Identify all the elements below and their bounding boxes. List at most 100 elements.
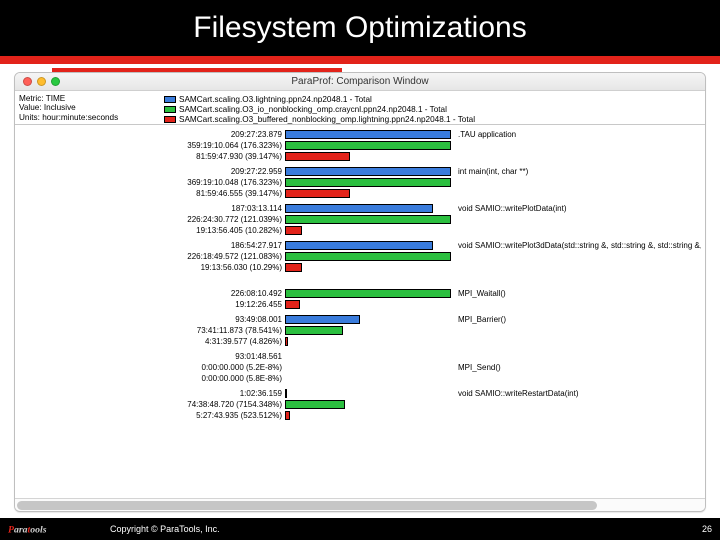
function-name: MPI_Waitall() xyxy=(452,289,701,298)
function-name: .TAU application xyxy=(452,130,701,139)
function-row[interactable]: 186:54:27.917 void SAMIO::writePlot3dData… xyxy=(19,240,701,273)
bar xyxy=(285,326,343,335)
bar-track xyxy=(285,300,452,309)
scrollbar-thumb[interactable] xyxy=(17,501,597,510)
bar-track xyxy=(285,141,452,150)
bar-track xyxy=(285,215,452,224)
value-label: 4:31:39.577 (4.826%) xyxy=(19,337,285,346)
function-row[interactable]: 187:03:13.114void SAMIO::writePlotData(i… xyxy=(19,203,701,236)
bar xyxy=(285,263,302,272)
logo: Paratools xyxy=(8,521,86,537)
bar-track xyxy=(285,337,452,346)
bar xyxy=(285,389,287,398)
paratools-logo-icon: Paratools xyxy=(8,521,86,537)
bar-track xyxy=(285,289,452,298)
copyright: Copyright © ParaTools, Inc. xyxy=(86,524,702,534)
bar-track xyxy=(285,411,452,420)
value-label: 226:24:30.772 (121.039%) xyxy=(19,215,285,224)
function-row[interactable]: 93:49:08.001MPI_Barrier()73:41:11.873 (7… xyxy=(19,314,701,347)
bar-row: 209:27:23.879.TAU application xyxy=(19,129,701,140)
value-label: 369:19:10.048 (176.323%) xyxy=(19,178,285,187)
bar-row: 74:38:48.720 (7154.348%) xyxy=(19,399,701,410)
function-name: void SAMIO::writePlot3dData(std::string … xyxy=(452,241,701,250)
swatch-icon xyxy=(164,116,176,123)
bar-track xyxy=(285,204,452,213)
bar-track xyxy=(285,241,452,250)
bar-track xyxy=(285,326,452,335)
bar xyxy=(285,204,433,213)
bar-row: 5:27:43.935 (523.512%) xyxy=(19,410,701,421)
value-label: 186:54:27.917 xyxy=(19,241,285,250)
slide-footer: Paratools Copyright © ParaTools, Inc. 26 xyxy=(0,518,720,540)
value-label: 1:02:36.159 xyxy=(19,389,285,398)
bar xyxy=(285,411,290,420)
bar-track xyxy=(285,152,452,161)
value-label: 81:59:46.555 (39.147%) xyxy=(19,189,285,198)
page-number: 26 xyxy=(702,524,712,534)
legend-row: SAMCart.scaling.O3.lightning.ppn24.np204… xyxy=(164,94,701,104)
bar-row: 209:27:22.959int main(int, char **) xyxy=(19,166,701,177)
app-window: ParaProf: Comparison Window Metric: TIME… xyxy=(14,72,706,512)
bar-row: 93:01:48.561 xyxy=(19,351,701,362)
bar xyxy=(285,215,451,224)
bar-row: 226:24:30.772 (121.039%) xyxy=(19,214,701,225)
bar-row: 81:59:46.555 (39.147%) xyxy=(19,188,701,199)
function-row[interactable]: 209:27:23.879.TAU application359:19:10.0… xyxy=(19,129,701,162)
legend-row: SAMCart.scaling.O3_io_nonblocking_omp.cr… xyxy=(164,104,701,114)
swatch-icon xyxy=(164,106,176,113)
bar-track xyxy=(285,278,452,287)
bar xyxy=(285,289,451,298)
bar-row: 369:19:10.048 (176.323%) xyxy=(19,177,701,188)
bar xyxy=(285,226,302,235)
function-row[interactable]: 209:27:22.959int main(int, char **)369:1… xyxy=(19,166,701,199)
bar-row: 73:41:11.873 (78.541%) xyxy=(19,325,701,336)
value-label: 0:00:00.000 (5.2E-8%) xyxy=(19,363,285,372)
function-row[interactable]: 1:02:36.159 void SAMIO::writeRestartData(… xyxy=(19,388,701,421)
value-label: 19:13:56.030 (10.29%) xyxy=(19,263,285,272)
bar-row: 359:19:10.064 (176.323%) xyxy=(19,140,701,151)
bar-track xyxy=(285,400,452,409)
value-label: 5:27:43.935 (523.512%) xyxy=(19,411,285,420)
content-area: ParaProf: Comparison Window Metric: TIME… xyxy=(0,64,720,518)
bar-track xyxy=(285,130,452,139)
swatch-icon xyxy=(164,96,176,103)
bar-chart[interactable]: 209:27:23.879.TAU application359:19:10.0… xyxy=(15,125,705,498)
horizontal-scrollbar[interactable] xyxy=(15,498,705,511)
function-row[interactable]: 93:01:48.5610:00:00.000 (5.2E-8%)MPI_Sen… xyxy=(19,351,701,384)
bar-track xyxy=(285,374,452,383)
value-label: 19:12:26.455 xyxy=(19,300,285,309)
function-name: int main(int, char **) xyxy=(452,167,701,176)
bar xyxy=(285,300,300,309)
window-title: ParaProf: Comparison Window xyxy=(15,76,705,87)
bar-row: 0:00:00.000 (5.2E-8%)MPI_Send() xyxy=(19,362,701,373)
bar xyxy=(285,252,451,261)
value-label: 226:18:49.572 (121.083%) xyxy=(19,252,285,261)
bar-row: 19:12:26.455 xyxy=(19,299,701,310)
bar xyxy=(285,167,451,176)
value-label: 81:59:47.930 (39.147%) xyxy=(19,152,285,161)
metric-meta: Metric: TIME Value: Inclusive Units: hou… xyxy=(15,91,160,124)
value-label: 19:13:56.405 (10.282%) xyxy=(19,226,285,235)
svg-text:Paratools: Paratools xyxy=(8,524,47,535)
bar xyxy=(285,400,345,409)
bar-track xyxy=(285,189,452,198)
window-titlebar[interactable]: ParaProf: Comparison Window xyxy=(15,73,705,91)
bar-row: 1:02:36.159 void SAMIO::writeRestartData(… xyxy=(19,388,701,399)
units-label: Units: hour:minute:seconds xyxy=(19,113,156,122)
bar-row: 186:54:27.917 void SAMIO::writePlot3dData… xyxy=(19,240,701,251)
function-row[interactable]: 226:08:10.492MPI_Waitall()19:12:26.455 xyxy=(19,277,701,310)
value-label: 73:41:11.873 (78.541%) xyxy=(19,326,285,335)
value-label: 93:01:48.561 xyxy=(19,352,285,361)
legend-text: SAMCart.scaling.O3_io_nonblocking_omp.cr… xyxy=(179,105,447,114)
bar xyxy=(285,130,451,139)
red-divider xyxy=(0,56,720,64)
bar-row: 4:31:39.577 (4.826%) xyxy=(19,336,701,347)
bar-row: 0:00:00.000 (5.8E-8%) xyxy=(19,373,701,384)
bar-row xyxy=(19,277,701,288)
value-label: Value: Inclusive xyxy=(19,103,156,112)
bar-track xyxy=(285,226,452,235)
value-label: 359:19:10.064 (176.323%) xyxy=(19,141,285,150)
panel-header: Metric: TIME Value: Inclusive Units: hou… xyxy=(15,91,705,125)
function-name: void SAMIO::writeRestartData(int) xyxy=(452,389,701,398)
function-name: MPI_Barrier() xyxy=(452,315,701,324)
